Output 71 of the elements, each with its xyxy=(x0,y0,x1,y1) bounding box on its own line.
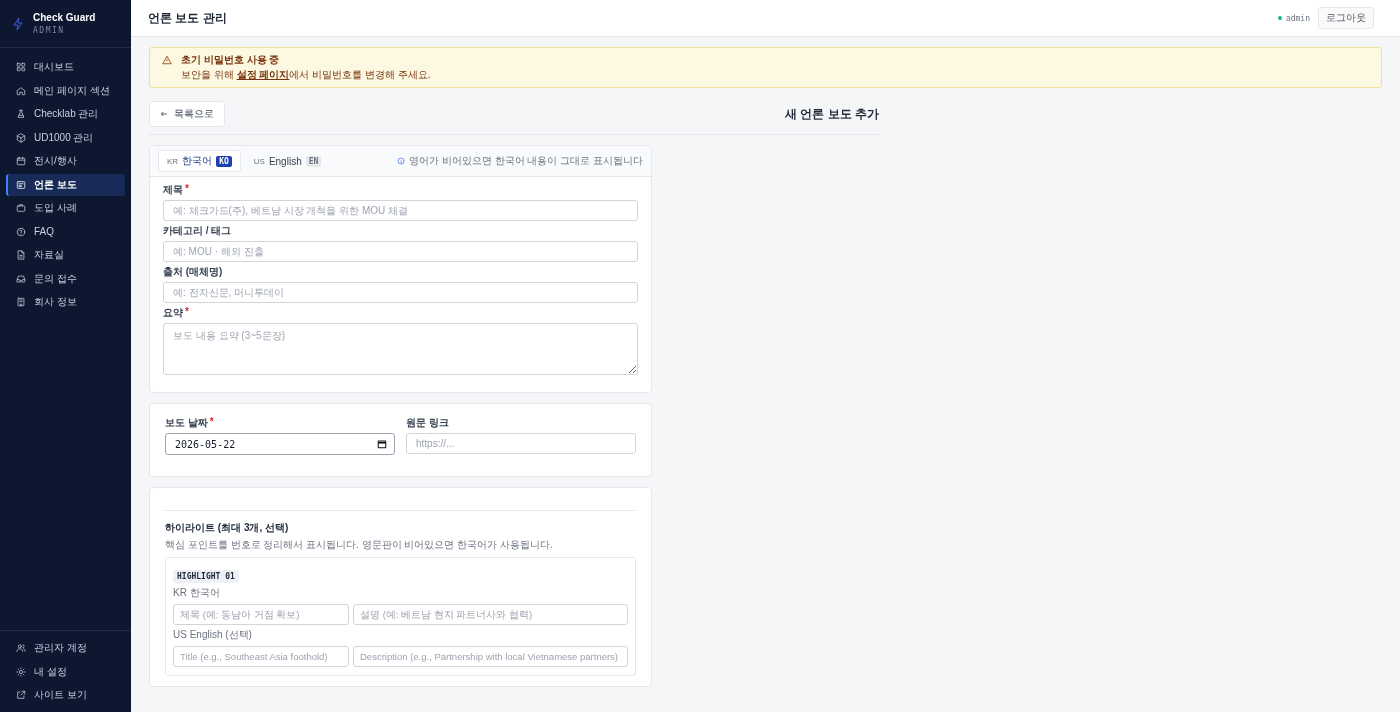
field-label: 카테고리 / 태그 xyxy=(163,224,232,238)
online-status-dot xyxy=(1277,16,1282,20)
language-label: KR 한국어 xyxy=(173,586,221,600)
field-label: 보도 날짜 xyxy=(165,416,208,430)
briefcase-icon xyxy=(16,203,26,213)
field-label: 출처 (매체명) xyxy=(163,265,223,279)
flask-icon xyxy=(16,109,26,119)
sidebar-item[interactable]: 사이트 보기 xyxy=(6,684,125,706)
brand-name: Check Guard xyxy=(33,12,96,23)
language-hint: 영어가 비어있으면 한국어 내용이 그대로 표시됩니다 xyxy=(409,154,643,168)
brand-subtitle: ADMIN xyxy=(33,26,66,35)
logout-button[interactable]: 로그아웃 xyxy=(1318,7,1374,29)
title-field[interactable]: Title (e.g., Southeast Asia foothold) xyxy=(173,646,349,667)
sidebar-item[interactable]: Checklab 관리 xyxy=(6,103,125,125)
input-field[interactable]: 예: MOU · 해외 진출 xyxy=(163,241,638,262)
sidebar-item[interactable]: 문의 접수 xyxy=(6,267,125,290)
document-icon xyxy=(16,250,26,260)
sidebar-item[interactable]: UD1000 관리 xyxy=(6,126,125,149)
sun-icon xyxy=(16,666,26,677)
warning-title: 초기 비밀번호 사용 중 xyxy=(181,53,281,67)
sidebar-item[interactable]: 메인 페이지 섹션 xyxy=(6,79,125,102)
calendar-icon xyxy=(16,156,26,166)
input-field[interactable]: https://... xyxy=(406,433,636,454)
sidebar-item[interactable]: 내 설정 xyxy=(6,660,125,683)
back-arrow-icon xyxy=(160,110,168,118)
sidebar-item[interactable]: 회사 정보 xyxy=(6,291,125,313)
input-field[interactable]: 예: 전자신문, 머니투데이 xyxy=(163,282,638,303)
inbox-icon xyxy=(16,273,26,284)
language-tab[interactable]: US English EN xyxy=(244,151,331,171)
field-label: 제목 xyxy=(163,183,183,197)
warning-icon xyxy=(162,55,172,65)
grid-icon xyxy=(16,62,26,72)
cube-icon xyxy=(16,132,26,143)
sidebar-item[interactable]: 전시/행사 xyxy=(6,150,125,172)
language-tab[interactable]: KR 한국어 KO xyxy=(158,150,241,172)
date-field[interactable]: 2026-05-22 xyxy=(165,433,395,455)
form-title: 새 언론 보도 추가 xyxy=(785,105,880,123)
required-mark: * xyxy=(185,183,189,196)
summary-field[interactable]: 보도 내용 요약 (3~5문장) xyxy=(163,323,638,375)
warning-message: 보안을 위해 설정 페이지에서 비밀번호를 변경해 주세요. xyxy=(181,68,431,82)
title-field[interactable]: 제목 (예: 동남아 거점 확보) xyxy=(173,604,349,625)
info-icon xyxy=(397,157,406,165)
sidebar-item[interactable]: 자료실 xyxy=(6,244,125,266)
home-icon xyxy=(16,85,26,96)
section-hint: 핵심 포인트를 번호로 정리해서 표시됩니다. 영문판이 비어있으면 한국어가 사용됩니다. xyxy=(165,538,554,552)
sidebar-item[interactable]: 언론 보도 xyxy=(6,173,125,196)
description-field[interactable]: 설명 (예: 베트남 현지 파트너사와 협력) xyxy=(353,604,628,625)
users-icon xyxy=(16,643,26,653)
sidebar-item[interactable]: 대시보드 xyxy=(6,56,125,78)
sidebar-item[interactable]: 관리자 계정 xyxy=(6,637,125,659)
help-icon xyxy=(16,226,26,237)
field-label: 요약 xyxy=(163,306,183,320)
building-icon xyxy=(16,297,26,307)
required-mark: * xyxy=(185,306,189,319)
field-label: 원문 링크 xyxy=(406,416,449,430)
highlight-badge: HIGHLIGHT 01 xyxy=(173,570,239,583)
section-title: 하이라이트 (최대 3개, 선택) xyxy=(165,521,290,535)
settings-link[interactable]: 설정 페이지 xyxy=(236,69,290,80)
username: admin xyxy=(1285,13,1310,23)
description-field[interactable]: Description (e.g., Partnership with local Vietnamese partners) xyxy=(353,646,628,667)
newspaper-icon xyxy=(16,179,26,190)
language-label: US English (선택) xyxy=(173,628,253,642)
external-link-icon xyxy=(16,690,26,700)
back-button[interactable]: 목록으로 xyxy=(149,101,225,127)
input-field[interactable]: 예: 체크가드(주), 베트남 시장 개척을 위한 MOU 체결 xyxy=(163,200,638,221)
required-mark: * xyxy=(209,416,214,429)
page-header-title: 언론 보도 관리 xyxy=(148,9,228,27)
sidebar-item[interactable]: FAQ xyxy=(6,220,125,243)
lightning-icon xyxy=(12,16,24,31)
calendar-icon xyxy=(377,439,387,449)
sidebar-item[interactable]: 도입 사례 xyxy=(6,197,125,219)
